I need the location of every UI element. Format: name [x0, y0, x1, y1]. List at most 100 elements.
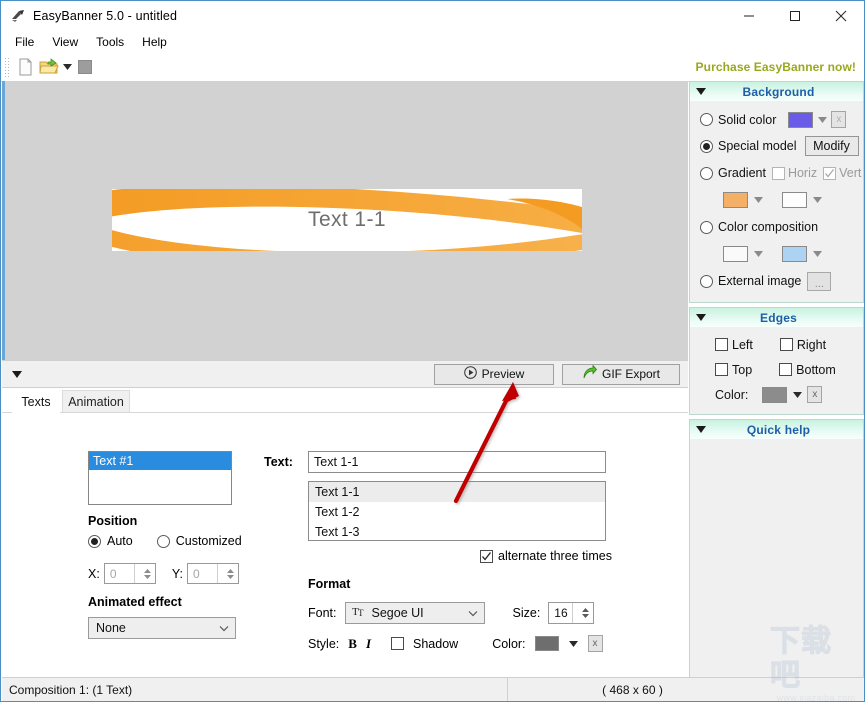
- solid-color-chevron-down-icon[interactable]: [817, 113, 828, 127]
- animated-effect-value: None: [96, 621, 126, 635]
- position-x-stepper-arrows[interactable]: [133, 564, 155, 583]
- text-input[interactable]: Text 1-1: [308, 451, 606, 473]
- color-composition-swatch-1[interactable]: [723, 246, 748, 262]
- list-item[interactable]: Text 1-3: [309, 522, 605, 540]
- modify-button[interactable]: Modify: [804, 136, 859, 156]
- menu-file[interactable]: File: [7, 33, 42, 51]
- quick-help-panel-header[interactable]: Quick help: [690, 420, 863, 439]
- gradient-label: Gradient: [718, 166, 766, 180]
- size-stepper[interactable]: 16: [548, 602, 595, 624]
- close-button[interactable]: [818, 1, 864, 31]
- position-y-stepper[interactable]: 0: [186, 563, 239, 584]
- external-image-label: External image: [718, 274, 802, 288]
- preview-button[interactable]: Preview: [434, 363, 554, 385]
- alternate-three-times-checkbox[interactable]: [480, 549, 493, 563]
- solid-color-clear-button[interactable]: x: [831, 111, 847, 128]
- preview-toolbar: Preview GIF Export: [2, 360, 688, 388]
- gif-export-button[interactable]: GIF Export: [562, 363, 680, 385]
- solid-color-label: Solid color: [718, 112, 777, 127]
- edges-collapse-triangle-down-icon[interactable]: [690, 314, 712, 321]
- maximize-button[interactable]: [772, 1, 818, 31]
- text-lines-listbox[interactable]: Text 1-1 Text 1-2 Text 1-3: [308, 481, 606, 541]
- bold-button[interactable]: B: [348, 636, 357, 652]
- edge-top-label: Top: [732, 362, 753, 377]
- special-model-radio[interactable]: [700, 139, 713, 153]
- list-item[interactable]: Text 1-2: [309, 502, 605, 522]
- animated-effect-select[interactable]: None: [88, 617, 236, 639]
- gradient-swatch-1-chevron-down-icon[interactable]: [753, 193, 764, 207]
- position-auto-radio[interactable]: [88, 534, 101, 548]
- open-dropdown-chevron-down-icon[interactable]: [61, 55, 73, 79]
- list-item[interactable]: Text 1-1: [309, 482, 605, 502]
- toolbar-grip[interactable]: [4, 57, 9, 77]
- text-color-clear-button[interactable]: x: [587, 635, 603, 652]
- edge-top-checkbox[interactable]: [715, 363, 728, 376]
- font-label: Font:: [308, 606, 337, 620]
- position-x-stepper[interactable]: 0: [103, 563, 156, 584]
- text-color-label: Color:: [492, 636, 526, 651]
- external-image-radio[interactable]: [700, 274, 713, 288]
- solid-color-radio[interactable]: [700, 113, 713, 126]
- gradient-swatch-2-chevron-down-icon[interactable]: [812, 193, 823, 207]
- font-glyph-icon: T T: [352, 605, 366, 621]
- banner-preview[interactable]: Text 1-1: [112, 189, 582, 251]
- edge-left-checkbox[interactable]: [715, 338, 728, 351]
- status-dimensions: ( 468 x 60 ): [507, 678, 757, 701]
- menu-bar: File View Tools Help: [1, 31, 864, 54]
- solid-color-swatch[interactable]: [788, 111, 814, 128]
- canvas-area[interactable]: Text 1-1: [2, 81, 688, 360]
- new-document-icon[interactable]: [13, 55, 37, 79]
- canvas-collapse-triangle-down-icon[interactable]: [6, 361, 28, 387]
- edges-panel-header[interactable]: Edges: [690, 308, 863, 327]
- format-heading: Format: [308, 577, 351, 591]
- edges-color-swatch[interactable]: [762, 386, 788, 403]
- play-circle-icon: [463, 366, 477, 382]
- edge-right-checkbox[interactable]: [779, 338, 793, 351]
- font-select[interactable]: T T Segoe UI: [344, 602, 485, 624]
- tab-animation[interactable]: Animation: [62, 390, 130, 413]
- text-color-swatch[interactable]: [534, 636, 559, 651]
- quick-help-panel-title: Quick help: [746, 422, 811, 437]
- edges-row-2: Top Bottom: [690, 357, 863, 382]
- edge-bottom-checkbox[interactable]: [779, 363, 793, 376]
- external-image-browse-button[interactable]: ...: [807, 271, 832, 291]
- gradient-horiz-checkbox[interactable]: [771, 166, 785, 180]
- color-composition-swatch-1-chevron-down-icon[interactable]: [753, 247, 764, 261]
- shadow-checkbox[interactable]: [391, 637, 404, 650]
- edges-color-clear-button[interactable]: x: [807, 386, 823, 403]
- quick-help-panel-body: [690, 439, 863, 689]
- special-model-row: Special model Modify: [690, 132, 863, 160]
- gradient-radio[interactable]: [700, 166, 713, 180]
- menu-tools[interactable]: Tools: [88, 33, 132, 51]
- position-customized-radio[interactable]: [156, 534, 170, 548]
- purchase-link[interactable]: Purchase EasyBanner now!: [696, 60, 856, 74]
- gradient-vert-checkbox[interactable]: [823, 166, 837, 180]
- open-folder-icon[interactable]: [37, 55, 61, 79]
- color-composition-swatch-2[interactable]: [782, 246, 807, 262]
- text-items-listbox[interactable]: Text #1: [88, 451, 232, 505]
- edges-color-chevron-down-icon[interactable]: [792, 388, 803, 402]
- gradient-swatch-2[interactable]: [782, 192, 807, 208]
- position-y-value: 0: [192, 566, 200, 581]
- background-collapse-triangle-down-icon[interactable]: [690, 88, 712, 95]
- size-stepper-arrows[interactable]: [572, 603, 594, 623]
- check-icon: [481, 551, 492, 562]
- text-color-chevron-down-icon[interactable]: [568, 637, 579, 651]
- menu-help[interactable]: Help: [134, 33, 175, 51]
- quick-help-collapse-triangle-down-icon[interactable]: [690, 426, 712, 433]
- italic-button[interactable]: I: [366, 636, 371, 652]
- gradient-swatch-1[interactable]: [723, 192, 748, 208]
- list-item[interactable]: Text #1: [89, 452, 231, 470]
- save-icon[interactable]: [73, 55, 97, 79]
- tab-texts[interactable]: Texts: [12, 390, 60, 413]
- gradient-horiz-label: Horiz: [787, 166, 818, 180]
- application-window: EasyBanner 5.0 - untitled File View Tool…: [0, 0, 865, 702]
- position-x-label: X:: [88, 566, 100, 581]
- menu-view[interactable]: View: [44, 33, 86, 51]
- background-panel-header[interactable]: Background: [690, 82, 863, 101]
- edges-panel-body: Left Right Top Bottom Color: x: [690, 327, 863, 414]
- color-composition-swatch-2-chevron-down-icon[interactable]: [812, 247, 823, 261]
- color-composition-radio[interactable]: [700, 220, 713, 234]
- minimize-button[interactable]: [726, 1, 772, 31]
- position-y-stepper-arrows[interactable]: [216, 564, 238, 583]
